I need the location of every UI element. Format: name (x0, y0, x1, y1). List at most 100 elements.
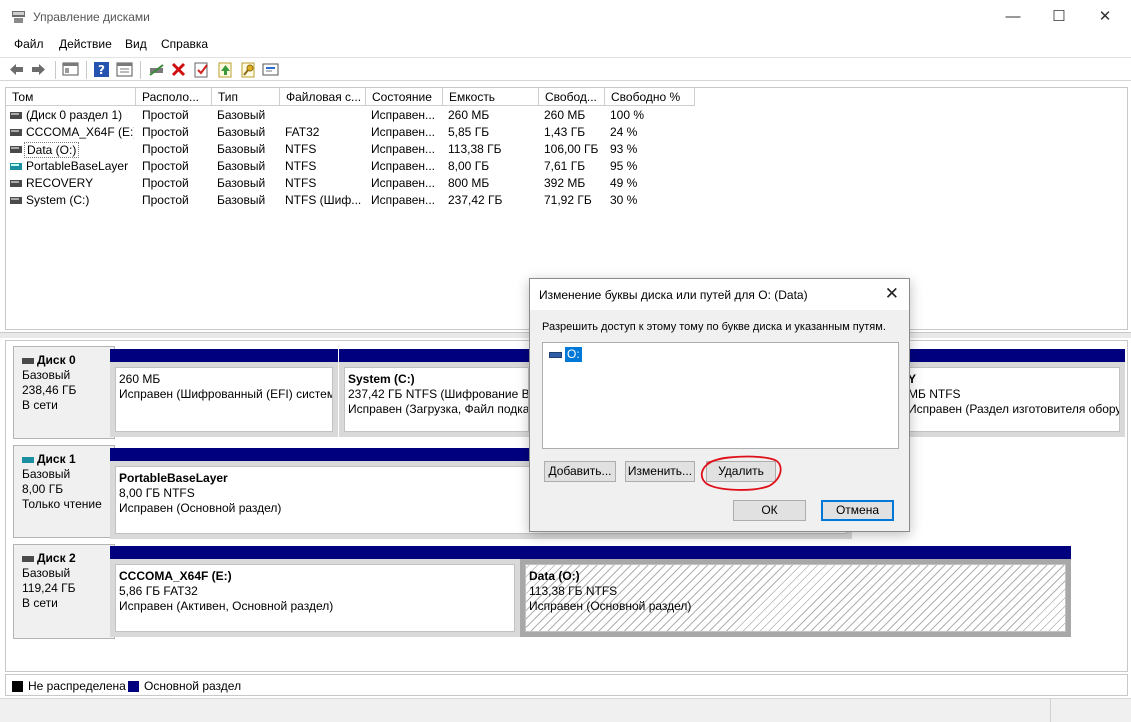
column-header-volume[interactable]: Том (6, 88, 136, 106)
settings-dialog-icon[interactable] (262, 61, 279, 78)
disk-name: Диск 2 (37, 551, 76, 565)
partition[interactable]: System (C:) 237,42 ГБ NTFS (Шифрование B… (339, 349, 534, 437)
change-button[interactable]: Изменить... (625, 461, 695, 482)
volume-status: Исправен... (371, 125, 436, 139)
volume-type: Базовый (217, 159, 266, 173)
maximize-button[interactable]: ☐ (1036, 0, 1082, 34)
delete-icon[interactable] (170, 61, 187, 78)
properties-icon[interactable] (116, 61, 133, 78)
volume-row[interactable]: RECOVERY Простой Базовый NTFS Исправен..… (6, 175, 706, 192)
menu-help[interactable]: Справка (161, 37, 208, 51)
disk-name: Диск 0 (37, 353, 76, 367)
disk-0-label[interactable]: Диск 0 Базовый 238,46 ГБ В сети (13, 346, 115, 439)
volume-layout: Простой (142, 176, 189, 190)
volume-capacity: 5,85 ГБ (448, 125, 490, 139)
volume-row[interactable]: PortableBaseLayer Простой Базовый NTFS И… (6, 158, 706, 175)
title-bar: Управление дисками — ☐ ✕ (0, 0, 1131, 34)
legend-primary: Основной раздел (144, 679, 242, 693)
dialog-title-bar: Изменение буквы диска или путей для O: (… (530, 279, 909, 310)
volume-name: Data (O:) (24, 142, 80, 158)
volume-free-percent: 95 % (610, 159, 638, 173)
toolbar: ? (0, 57, 1131, 81)
status-divider (1050, 699, 1051, 722)
volume-layout: Простой (142, 193, 189, 207)
partition-selected[interactable]: Data (O:) 113,38 ГБ NTFS Исправен (Основ… (520, 546, 1071, 637)
status-bar (0, 698, 1131, 722)
column-header-type[interactable]: Тип (212, 88, 280, 106)
column-header-free-percent[interactable]: Свободно % (605, 88, 695, 106)
close-button[interactable]: ✕ (1082, 0, 1128, 34)
partition-details: CCCOMA_X64F (E:) 5,86 ГБ FAT32 Исправен … (115, 564, 515, 632)
partition-bar (110, 349, 338, 362)
volume-capacity: 237,42 ГБ (448, 193, 503, 207)
volume-row[interactable]: Data (O:) Простой Базовый NTFS Исправен.… (6, 141, 706, 158)
partition-size: 5,86 ГБ FAT32 (119, 584, 198, 598)
volume-name: System (C:) (26, 193, 90, 207)
volume-capacity: 113,38 ГБ (448, 142, 502, 156)
column-header-free[interactable]: Свобод... (539, 88, 605, 106)
disk-type: Базовый (22, 368, 71, 382)
disk-1-label[interactable]: Диск 1 Базовый 8,00 ГБ Только чтение (13, 445, 115, 538)
partition-details: System (C:) 237,42 ГБ NTFS (Шифрование B… (344, 367, 529, 432)
check-properties-icon[interactable] (193, 61, 210, 78)
partition[interactable]: CCCOMA_X64F (E:) 5,86 ГБ FAT32 Исправен … (110, 546, 520, 637)
volume-capacity: 8,00 ГБ (448, 159, 490, 173)
partition-bar (339, 349, 534, 362)
svg-text:?: ? (98, 63, 105, 77)
column-header-capacity[interactable]: Емкость (443, 88, 539, 106)
disk-size: 238,46 ГБ (22, 383, 77, 397)
partition-bar (110, 546, 520, 559)
partition-bar (520, 546, 1071, 559)
partition[interactable]: Y МБ NTFS Исправен (Раздел изготовителя … (899, 349, 1125, 437)
red-annotation-circle (700, 455, 782, 491)
volume-filesystem: NTFS (285, 142, 317, 156)
disk-2-label[interactable]: Диск 2 Базовый 119,24 ГБ В сети (13, 544, 115, 639)
minimize-button[interactable]: — (990, 0, 1036, 34)
volume-status: Исправен... (371, 142, 436, 156)
column-header-filesystem[interactable]: Файловая с... (280, 88, 366, 106)
window-title: Управление дисками (33, 10, 150, 24)
volume-row[interactable]: (Диск 0 раздел 1) Простой Базовый Исправ… (6, 107, 706, 124)
volume-layout: Простой (142, 125, 189, 139)
menu-view[interactable]: Вид (125, 37, 147, 51)
partition-bar (899, 349, 1125, 362)
volume-name: RECOVERY (26, 176, 94, 190)
volume-row[interactable]: CCCOMA_X64F (E:) Простой Базовый FAT32 И… (6, 124, 706, 141)
move-up-icon[interactable] (217, 61, 234, 78)
toolbar-separator (140, 61, 141, 79)
search-key-icon[interactable] (240, 61, 257, 78)
disk-name: Диск 1 (37, 452, 76, 466)
column-header-layout[interactable]: Располо... (136, 88, 212, 106)
volume-free: 7,61 ГБ (544, 159, 586, 173)
dialog-close-icon[interactable]: ✕ (885, 284, 899, 304)
partition-status: Исправен (Раздел изготовителя оборудован… (908, 402, 1119, 416)
menu-file[interactable]: Файл (14, 37, 44, 51)
drive-letter-list[interactable]: O: (542, 342, 899, 449)
menu-action[interactable]: Действие (59, 37, 112, 51)
volume-filesystem: FAT32 (285, 125, 320, 139)
ok-button[interactable]: ОК (733, 500, 806, 521)
disk-type: Базовый (22, 467, 71, 481)
back-arrow-icon[interactable] (8, 61, 25, 78)
partition-size: 260 МБ (119, 372, 161, 386)
help-icon[interactable]: ? (93, 61, 110, 78)
volume-free-percent: 30 % (610, 193, 638, 207)
disk-size: 119,24 ГБ (22, 581, 76, 595)
partition-details: Y МБ NTFS Исправен (Раздел изготовителя … (904, 367, 1120, 432)
drive-icon (549, 352, 562, 358)
legend: Не распределена Основной раздел (5, 674, 1128, 696)
volume-filesystem: NTFS (285, 176, 317, 190)
add-button[interactable]: Добавить... (544, 461, 616, 482)
volume-status: Исправен... (371, 193, 436, 207)
volume-icon (10, 163, 22, 170)
forward-arrow-icon[interactable] (30, 61, 47, 78)
console-tree-icon[interactable] (62, 61, 79, 78)
volume-icon (10, 112, 22, 119)
column-header-status[interactable]: Состояние (366, 88, 443, 106)
cancel-button[interactable]: Отмена (821, 500, 894, 521)
volume-row[interactable]: System (C:) Простой Базовый NTFS (Шиф...… (6, 192, 706, 209)
volume-free: 106,00 ГБ (544, 142, 599, 156)
connect-drive-icon[interactable] (148, 61, 165, 78)
volume-name: CCCOMA_X64F (E:) (26, 125, 134, 139)
partition[interactable]: 260 МБ Исправен (Шифрованный (EFI) систе… (110, 349, 338, 437)
